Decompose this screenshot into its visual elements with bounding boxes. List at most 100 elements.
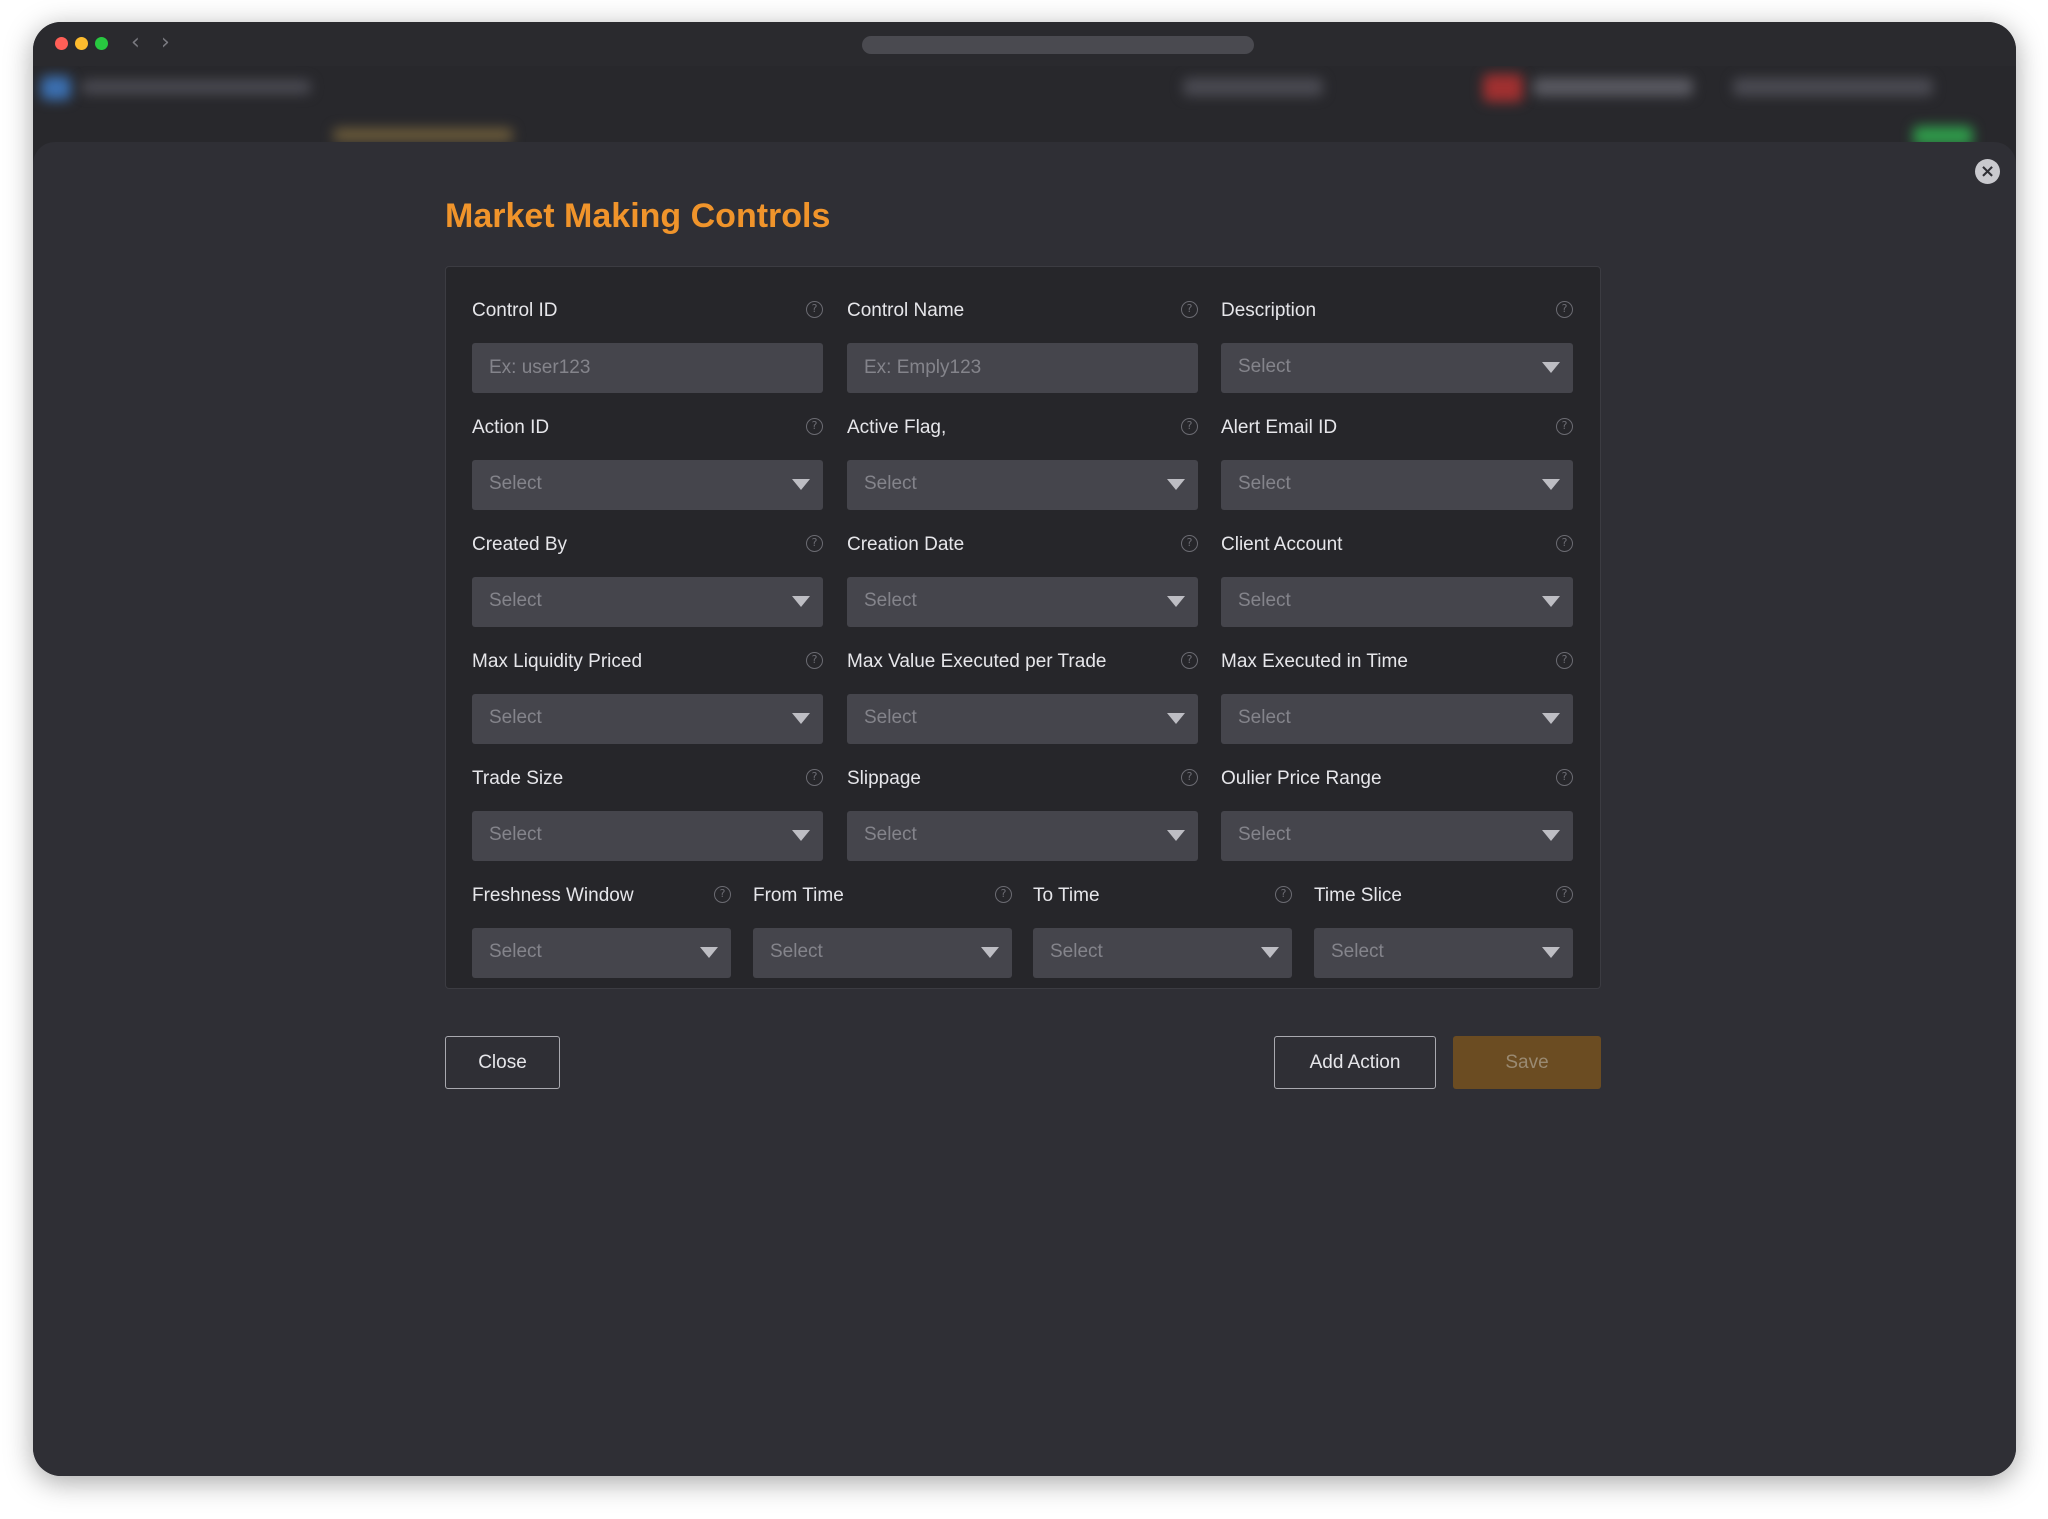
trade-size-select[interactable]: Select	[472, 811, 823, 861]
caret-down-icon	[792, 713, 810, 724]
trade-size-field: Trade Size ? Select	[472, 751, 823, 861]
question-circle-icon[interactable]: ?	[806, 535, 823, 552]
select-value: Select	[489, 590, 542, 611]
select-value: Select	[1238, 356, 1291, 377]
select-value: Select	[489, 941, 542, 962]
question-circle-icon[interactable]: ?	[806, 652, 823, 669]
question-circle-icon[interactable]: ?	[1181, 418, 1198, 435]
field-label: Control Name	[847, 300, 965, 321]
question-circle-icon[interactable]: ?	[714, 886, 731, 903]
alert-email-id-select[interactable]: Select	[1221, 460, 1573, 510]
from-time-field: From Time ? Select	[753, 868, 1012, 978]
time-slice-select[interactable]: Select	[1314, 928, 1573, 978]
created-by-select[interactable]: Select	[472, 577, 823, 627]
caret-down-icon	[1167, 596, 1185, 607]
question-circle-icon[interactable]: ?	[1556, 769, 1573, 786]
field-label: From Time	[753, 885, 844, 906]
creation-date-field: Creation Date ? Select	[847, 517, 1198, 627]
add-action-button[interactable]: Add Action	[1274, 1036, 1436, 1089]
control-id-input[interactable]	[472, 343, 823, 393]
minimize-window-button[interactable]	[75, 37, 88, 50]
control-id-field: Control ID ?	[472, 283, 823, 393]
control-name-input[interactable]	[847, 343, 1198, 393]
outlier-price-range-field: Oulier Price Range ? Select	[1221, 751, 1573, 861]
title-bar: ‹ ›	[33, 22, 2016, 66]
to-time-field: To Time ? Select	[1033, 868, 1292, 978]
alert-email-id-field: Alert Email ID ? Select	[1221, 400, 1573, 510]
creation-date-select[interactable]: Select	[847, 577, 1198, 627]
question-circle-icon[interactable]: ?	[1181, 652, 1198, 669]
active-flag-field: Active Flag, ? Select	[847, 400, 1198, 510]
select-value: Select	[770, 941, 823, 962]
select-value: Select	[1238, 590, 1291, 611]
question-circle-icon[interactable]: ?	[806, 301, 823, 318]
field-label: Max Executed in Time	[1221, 651, 1408, 672]
question-circle-icon[interactable]: ?	[995, 886, 1012, 903]
caret-down-icon	[1167, 479, 1185, 490]
close-window-button[interactable]	[55, 37, 68, 50]
caret-down-icon	[1167, 830, 1185, 841]
field-label: Oulier Price Range	[1221, 768, 1382, 789]
save-button[interactable]: Save	[1453, 1036, 1601, 1089]
browser-window: ‹ › × Market Making Controls Control ID …	[33, 22, 2016, 1476]
from-time-select[interactable]: Select	[753, 928, 1012, 978]
select-value: Select	[864, 473, 917, 494]
question-circle-icon[interactable]: ?	[806, 418, 823, 435]
zoom-window-button[interactable]	[95, 37, 108, 50]
question-circle-icon[interactable]: ?	[1556, 652, 1573, 669]
address-bar[interactable]	[862, 36, 1254, 54]
question-circle-icon[interactable]: ?	[1181, 535, 1198, 552]
outlier-price-range-select[interactable]: Select	[1221, 811, 1573, 861]
page-title: Market Making Controls	[445, 197, 831, 235]
field-label: Created By	[472, 534, 568, 555]
field-label: Description	[1221, 300, 1317, 321]
active-flag-select[interactable]: Select	[847, 460, 1198, 510]
select-value: Select	[489, 707, 542, 728]
select-value: Select	[489, 473, 542, 494]
caret-down-icon	[1542, 713, 1560, 724]
freshness-window-field: Freshness Window ? Select	[472, 868, 731, 978]
max-executed-in-time-field: Max Executed in Time ? Select	[1221, 634, 1573, 744]
client-account-select[interactable]: Select	[1221, 577, 1573, 627]
caret-down-icon	[792, 830, 810, 841]
close-button[interactable]: Close	[445, 1036, 560, 1089]
field-label: Client Account	[1221, 534, 1343, 555]
max-value-executed-select[interactable]: Select	[847, 694, 1198, 744]
question-circle-icon[interactable]: ?	[1181, 301, 1198, 318]
forward-arrow-icon[interactable]: ›	[161, 32, 170, 54]
caret-down-icon	[1167, 713, 1185, 724]
field-label: Max Liquidity Priced	[472, 651, 643, 672]
freshness-window-select[interactable]: Select	[472, 928, 731, 978]
back-arrow-icon[interactable]: ‹	[131, 32, 140, 54]
question-circle-icon[interactable]: ?	[1556, 418, 1573, 435]
to-time-select[interactable]: Select	[1033, 928, 1292, 978]
max-liquidity-priced-select[interactable]: Select	[472, 694, 823, 744]
question-circle-icon[interactable]: ?	[1181, 769, 1198, 786]
market-making-controls-modal: × Market Making Controls Control ID ? Co…	[33, 142, 2016, 1476]
control-name-field: Control Name ?	[847, 283, 1198, 393]
control-id-input-wrap	[472, 343, 823, 393]
caret-down-icon	[792, 479, 810, 490]
field-label: Alert Email ID	[1221, 417, 1338, 438]
field-label: Max Value Executed per Trade	[847, 651, 1107, 672]
caret-down-icon	[1542, 947, 1560, 958]
max-executed-in-time-select[interactable]: Select	[1221, 694, 1573, 744]
question-circle-icon[interactable]: ?	[806, 769, 823, 786]
question-circle-icon[interactable]: ?	[1556, 535, 1573, 552]
action-id-select[interactable]: Select	[472, 460, 823, 510]
caret-down-icon	[700, 947, 718, 958]
question-circle-icon[interactable]: ?	[1556, 301, 1573, 318]
close-icon[interactable]: ×	[1975, 159, 2000, 184]
select-value: Select	[1238, 824, 1291, 845]
action-id-field: Action ID ? Select	[472, 400, 823, 510]
slippage-select[interactable]: Select	[847, 811, 1198, 861]
caret-down-icon	[1261, 947, 1279, 958]
select-value: Select	[864, 707, 917, 728]
control-name-input-wrap	[847, 343, 1198, 393]
select-value: Select	[864, 824, 917, 845]
field-label: Freshness Window	[472, 885, 634, 906]
question-circle-icon[interactable]: ?	[1275, 886, 1292, 903]
question-circle-icon[interactable]: ?	[1556, 886, 1573, 903]
description-select[interactable]: Select	[1221, 343, 1573, 393]
field-label: To Time	[1033, 885, 1100, 906]
